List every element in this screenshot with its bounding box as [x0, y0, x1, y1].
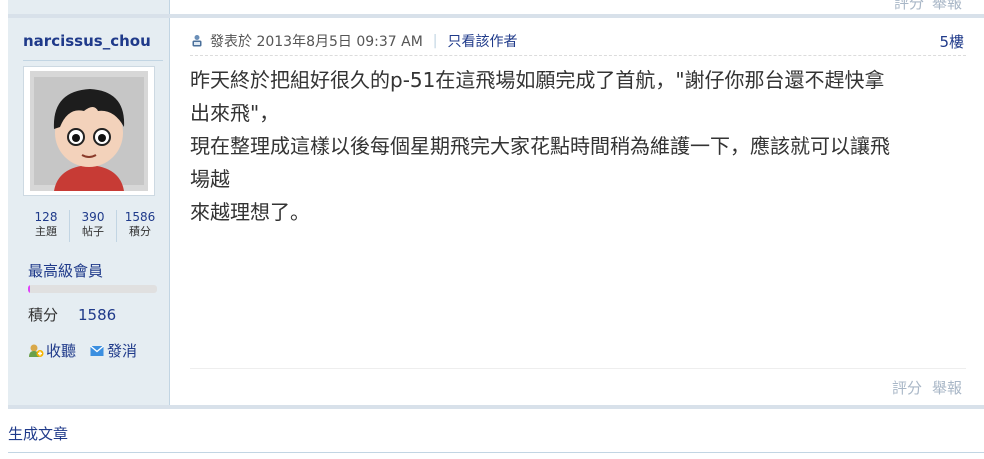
post-body-line: 昨天終於把組好很久的p-51在這飛場如願完成了首航，"謝仔你那台還不趕快拿 — [190, 68, 885, 92]
report-link-top[interactable]: 舉報 — [932, 0, 962, 12]
message-button[interactable]: 發消 — [90, 340, 137, 361]
post-header: 發表於 2013年8月5日 09:37 AM | 只看該作者 5樓 — [190, 31, 966, 56]
envelope-icon — [90, 345, 104, 356]
credit-value[interactable]: 1586 — [78, 306, 116, 324]
listen-button[interactable]: 收聽 — [28, 340, 76, 361]
author-actions: 收聽 發消 — [28, 340, 137, 361]
stat-value: 1586 — [124, 210, 156, 224]
post-timestamp: 發表於 2013年8月5日 09:37 AM — [210, 34, 423, 50]
member-level[interactable]: 最高級會員 — [28, 260, 103, 281]
stat-value: 128 — [34, 210, 58, 224]
stat-label: 積分 — [129, 225, 151, 238]
avatar-image — [30, 71, 148, 191]
only-author-link[interactable]: 只看該作者 — [448, 31, 518, 51]
stat-value: 390 — [81, 210, 105, 224]
credit-row: 積分 1586 — [28, 304, 116, 325]
post-body: 昨天終於把組好很久的p-51在這飛場如願完成了首航，"謝仔你那台還不趕快拿 出來… — [190, 64, 970, 229]
stat-label: 主題 — [35, 225, 57, 238]
rate-link-top[interactable]: 評分 — [894, 0, 924, 12]
author-divider — [23, 60, 163, 61]
stat-posts[interactable]: 390 帖子 — [70, 210, 117, 242]
post-footer-actions: 評分 舉報 — [892, 377, 962, 398]
user-online-icon — [192, 35, 202, 47]
level-progress-bar — [28, 285, 157, 293]
post-divider-bottom — [8, 405, 984, 409]
generate-article-link[interactable]: 生成文章 — [8, 423, 68, 444]
users-add-icon — [29, 344, 44, 357]
avatar[interactable] — [23, 66, 155, 196]
stat-credits[interactable]: 1586 積分 — [117, 210, 163, 242]
credit-label: 積分 — [28, 306, 59, 324]
meta-separator: | — [432, 33, 438, 49]
rate-link[interactable]: 評分 — [892, 379, 922, 397]
listen-label: 收聽 — [46, 342, 77, 360]
post-body-line: 現在整理成這樣以後每個星期飛完大家花點時間稍為維護一下，應該就可以讓飛 — [190, 134, 890, 158]
author-sidebar: narcissus_chou 128 主題 390 帖子 1586 積分 最高級… — [8, 18, 170, 406]
author-name[interactable]: narcissus_chou — [23, 32, 151, 50]
stat-label: 帖子 — [82, 225, 104, 238]
floor-number[interactable]: 5樓 — [939, 31, 964, 52]
post-body-line: 來越理想了。 — [190, 200, 310, 224]
post-content: 發表於 2013年8月5日 09:37 AM | 只看該作者 5樓 昨天終於把組… — [170, 18, 984, 406]
post-footer-divider — [190, 368, 966, 369]
post-body-line: 場越 — [190, 167, 230, 191]
page-divider — [8, 452, 984, 453]
message-label: 發消 — [107, 342, 138, 360]
author-stats: 128 主題 390 帖子 1586 積分 — [23, 210, 163, 242]
previous-post-actions: 評分 舉報 — [886, 0, 962, 13]
post-body-line: 出來飛"， — [190, 101, 280, 125]
forum-post: narcissus_chou 128 主題 390 帖子 1586 積分 最高級… — [8, 18, 984, 406]
report-link[interactable]: 舉報 — [932, 379, 962, 397]
level-progress-fill — [28, 285, 30, 293]
stat-threads[interactable]: 128 主題 — [23, 210, 70, 242]
post-meta: 發表於 2013年8月5日 09:37 AM | 只看該作者 — [190, 31, 518, 51]
